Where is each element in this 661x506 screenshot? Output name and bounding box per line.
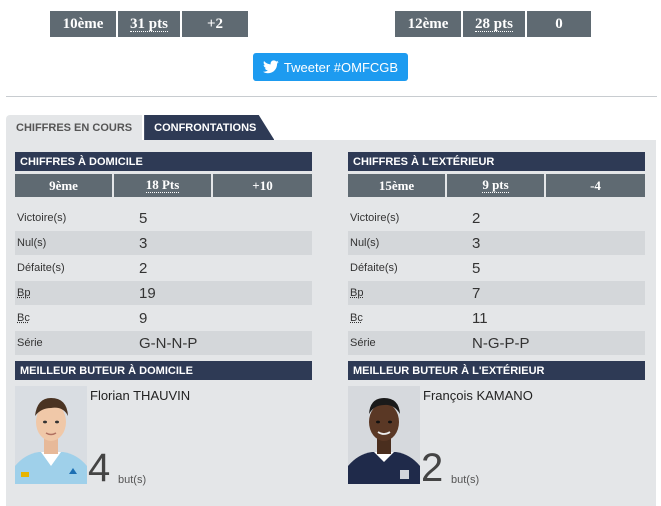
home-sub-points: 18 Pts (114, 174, 211, 197)
stat-label: Bc (350, 312, 363, 324)
away-scorer-title: MEILLEUR BUTEUR À L'EXTÉRIEUR (348, 361, 645, 380)
scorer-goals: 2 (421, 446, 444, 490)
home-sub-goal-diff: +10 (213, 174, 312, 197)
table-row: Bc 9 (15, 306, 312, 330)
table-row: Série G-N-N-P (15, 331, 312, 355)
home-rank-goal-diff: +2 (182, 11, 248, 37)
table-row: Nul(s) 3 (15, 231, 312, 255)
stat-label: Victoire(s) (17, 212, 67, 224)
away-sub-position: 15ème (348, 174, 445, 197)
stat-value: N-G-P-P (472, 334, 530, 352)
stat-value: 9 (139, 309, 148, 327)
goals-unit: but(s) (451, 474, 480, 486)
table-row: Nul(s) 3 (348, 231, 645, 255)
away-stats-table: Victoire(s) 2 Nul(s) 3 Défaite(s) 5 Bp 7… (348, 206, 645, 355)
table-row: Bp 19 (15, 281, 312, 305)
scorer-goals: 4 (88, 446, 111, 490)
away-rank-points: 28 pts (463, 11, 525, 37)
away-sub-points: 9 pts (447, 174, 544, 197)
home-column: CHIFFRES À DOMICILE 9ème 18 Pts +10 Vict… (15, 152, 312, 491)
home-subrank: 9ème 18 Pts +10 (15, 174, 312, 197)
away-stats-title: CHIFFRES À L'EXTÉRIEUR (348, 152, 645, 171)
tweet-label: Tweeter #OMFCGB (283, 59, 399, 75)
home-ranking-bar: 10ème 31 pts +2 (50, 11, 248, 37)
player-photo (348, 386, 420, 484)
away-ranking-bar: 12ème 28 pts 0 (395, 11, 591, 37)
home-rank-position: 10ème (50, 11, 116, 37)
goals-unit: but(s) (118, 474, 147, 486)
table-row: Défaite(s) 2 (15, 256, 312, 280)
stat-value: 2 (472, 209, 481, 227)
home-stats-table: Victoire(s) 5 Nul(s) 3 Défaite(s) 2 Bp 1… (15, 206, 312, 355)
stat-label: Défaite(s) (17, 262, 65, 274)
stat-value: 7 (472, 284, 481, 302)
divider (6, 96, 657, 97)
table-row: Défaite(s) 5 (348, 256, 645, 280)
table-row: Victoire(s) 2 (348, 206, 645, 230)
home-top-scorer: Florian THAUVIN 4 but(s) (15, 386, 312, 491)
home-scorer-title: MEILLEUR BUTEUR À DOMICILE (15, 361, 312, 380)
home-sub-position: 9ème (15, 174, 112, 197)
away-top-scorer: François KAMANO 2 but(s) (348, 386, 645, 491)
stat-value: 3 (472, 234, 481, 252)
away-rank-position: 12ème (395, 11, 461, 37)
away-subrank: 15ème 9 pts -4 (348, 174, 645, 197)
stat-label: Bp (350, 287, 364, 299)
stat-label: Bc (17, 312, 30, 324)
stat-value: 5 (472, 259, 481, 277)
tweet-button[interactable]: Tweeter #OMFCGB (253, 53, 408, 81)
stat-label: Nul(s) (17, 237, 47, 249)
tab-chiffres-en-cours[interactable]: CHIFFRES EN COURS (6, 115, 143, 140)
stat-label: Série (350, 337, 376, 349)
stat-value: 5 (139, 209, 148, 227)
tab-bar: CHIFFRES EN COURS CONFRONTATIONS (6, 115, 275, 140)
home-stats-title: CHIFFRES À DOMICILE (15, 152, 312, 171)
table-row: Série N-G-P-P (348, 331, 645, 355)
away-sub-goal-diff: -4 (546, 174, 645, 197)
away-column: CHIFFRES À L'EXTÉRIEUR 15ème 9 pts -4 Vi… (348, 152, 645, 491)
stat-label: Défaite(s) (350, 262, 398, 274)
stat-label: Série (17, 337, 43, 349)
stat-label: Victoire(s) (350, 212, 400, 224)
away-rank-goal-diff: 0 (527, 11, 591, 37)
twitter-bird-icon (262, 60, 279, 74)
tab-confrontations[interactable]: CONFRONTATIONS (144, 115, 275, 140)
stat-label: Nul(s) (350, 237, 380, 249)
scorer-name: François KAMANO (423, 388, 533, 403)
player-photo (15, 386, 87, 484)
stat-value: 3 (139, 234, 148, 252)
table-row: Victoire(s) 5 (15, 206, 312, 230)
stats-panel: CHIFFRES À DOMICILE 9ème 18 Pts +10 Vict… (6, 140, 656, 506)
table-row: Bc 11 (348, 306, 645, 330)
table-row: Bp 7 (348, 281, 645, 305)
stat-label: Bp (17, 287, 31, 299)
home-rank-points: 31 pts (118, 11, 180, 37)
stat-value: 19 (139, 284, 156, 302)
stat-value: 2 (139, 259, 148, 277)
scorer-name: Florian THAUVIN (90, 388, 191, 403)
stat-value: G-N-N-P (139, 334, 198, 352)
stat-value: 11 (472, 309, 488, 327)
